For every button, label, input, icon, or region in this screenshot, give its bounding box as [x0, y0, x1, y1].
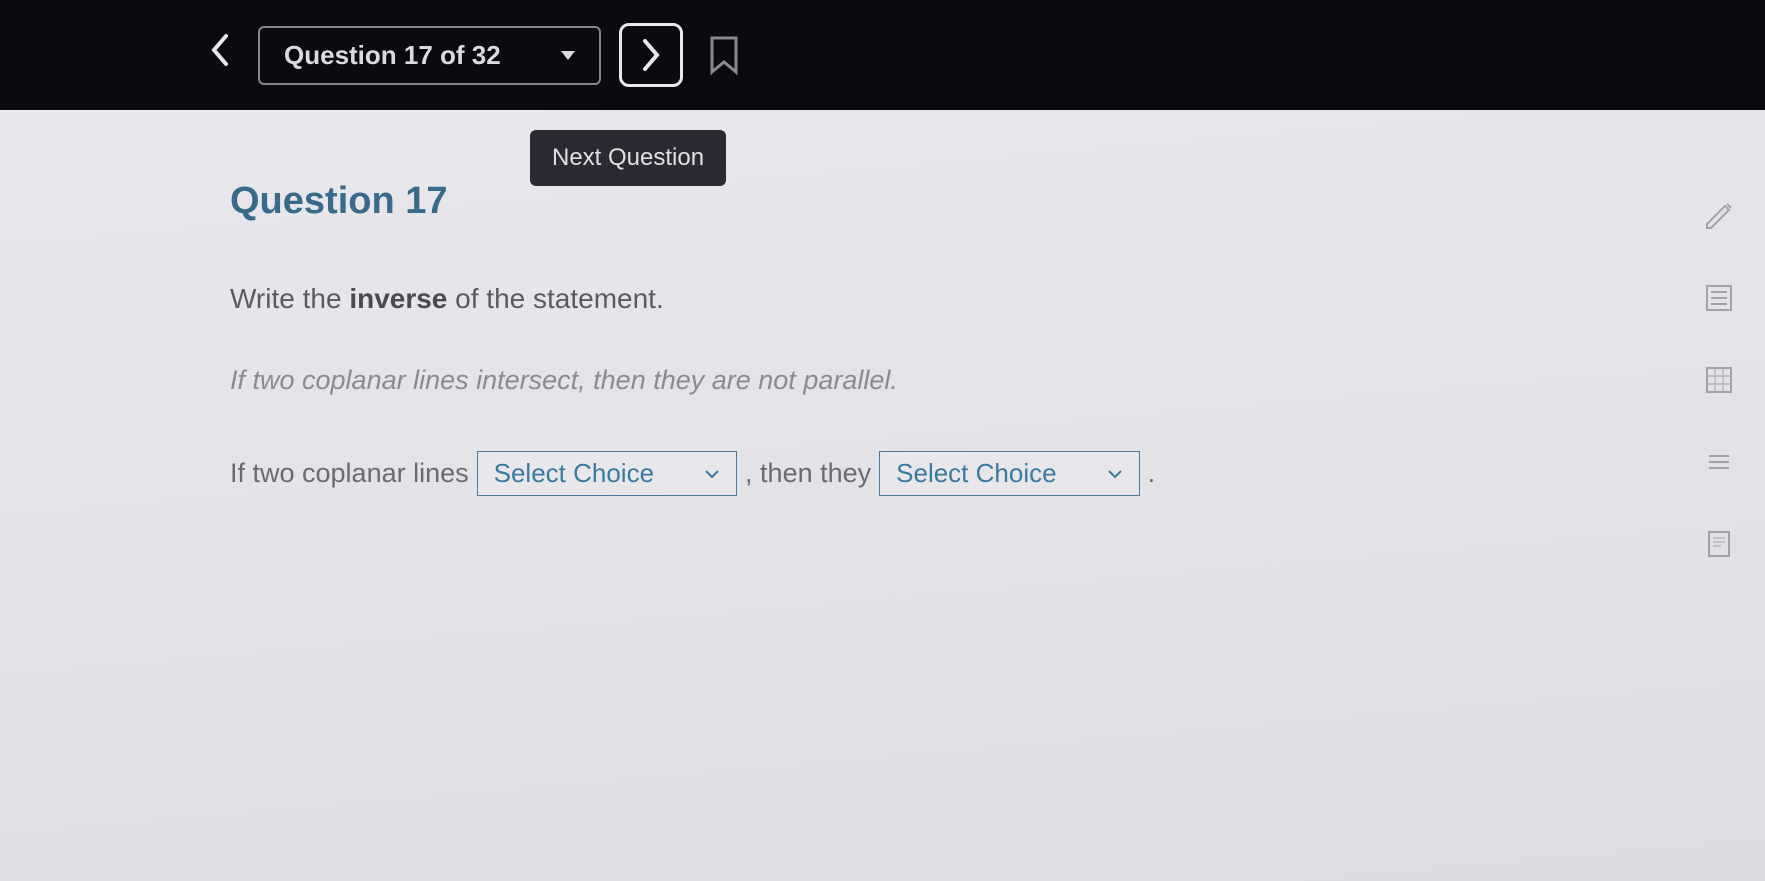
answer-select-1[interactable]: Select Choice: [477, 451, 737, 496]
pencil-icon[interactable]: [1703, 200, 1735, 232]
answer-text-middle: , then they: [745, 458, 871, 489]
right-toolbar: [1703, 200, 1735, 560]
notes-icon[interactable]: [1703, 528, 1735, 560]
next-question-button[interactable]: [619, 23, 683, 87]
select-placeholder-2: Select Choice: [896, 458, 1056, 489]
next-question-tooltip: Next Question: [530, 130, 726, 186]
answer-text-prefix: If two coplanar lines: [230, 458, 469, 489]
answer-select-2[interactable]: Select Choice: [879, 451, 1139, 496]
chevron-left-icon: [210, 32, 230, 68]
question-title: Question 17: [230, 180, 1535, 223]
prev-question-button[interactable]: [200, 32, 240, 78]
bookmark-icon[interactable]: [709, 35, 739, 75]
chevron-down-icon: [561, 51, 575, 60]
question-selector-dropdown[interactable]: Question 17 of 32: [258, 26, 601, 85]
question-content-area: Next Question Question 17 Write the inve…: [0, 110, 1765, 881]
question-instruction: Write the inverse of the statement.: [230, 283, 1535, 315]
top-navigation-bar: Question 17 of 32: [0, 0, 1765, 110]
chevron-down-icon: [704, 469, 720, 479]
given-statement: If two coplanar lines intersect, then th…: [230, 365, 1535, 396]
question-selector-label: Question 17 of 32: [284, 40, 501, 71]
chevron-right-icon: [641, 37, 661, 73]
list-icon[interactable]: [1703, 282, 1735, 314]
chevron-down-icon: [1107, 469, 1123, 479]
instruction-prefix: Write the: [230, 283, 349, 314]
instruction-suffix: of the statement.: [447, 283, 663, 314]
grid-icon[interactable]: [1703, 364, 1735, 396]
lines-icon[interactable]: [1703, 446, 1735, 478]
instruction-keyword: inverse: [349, 283, 447, 314]
answer-text-suffix: .: [1148, 458, 1156, 489]
answer-row: If two coplanar lines Select Choice , th…: [230, 451, 1535, 496]
select-placeholder-1: Select Choice: [494, 458, 654, 489]
